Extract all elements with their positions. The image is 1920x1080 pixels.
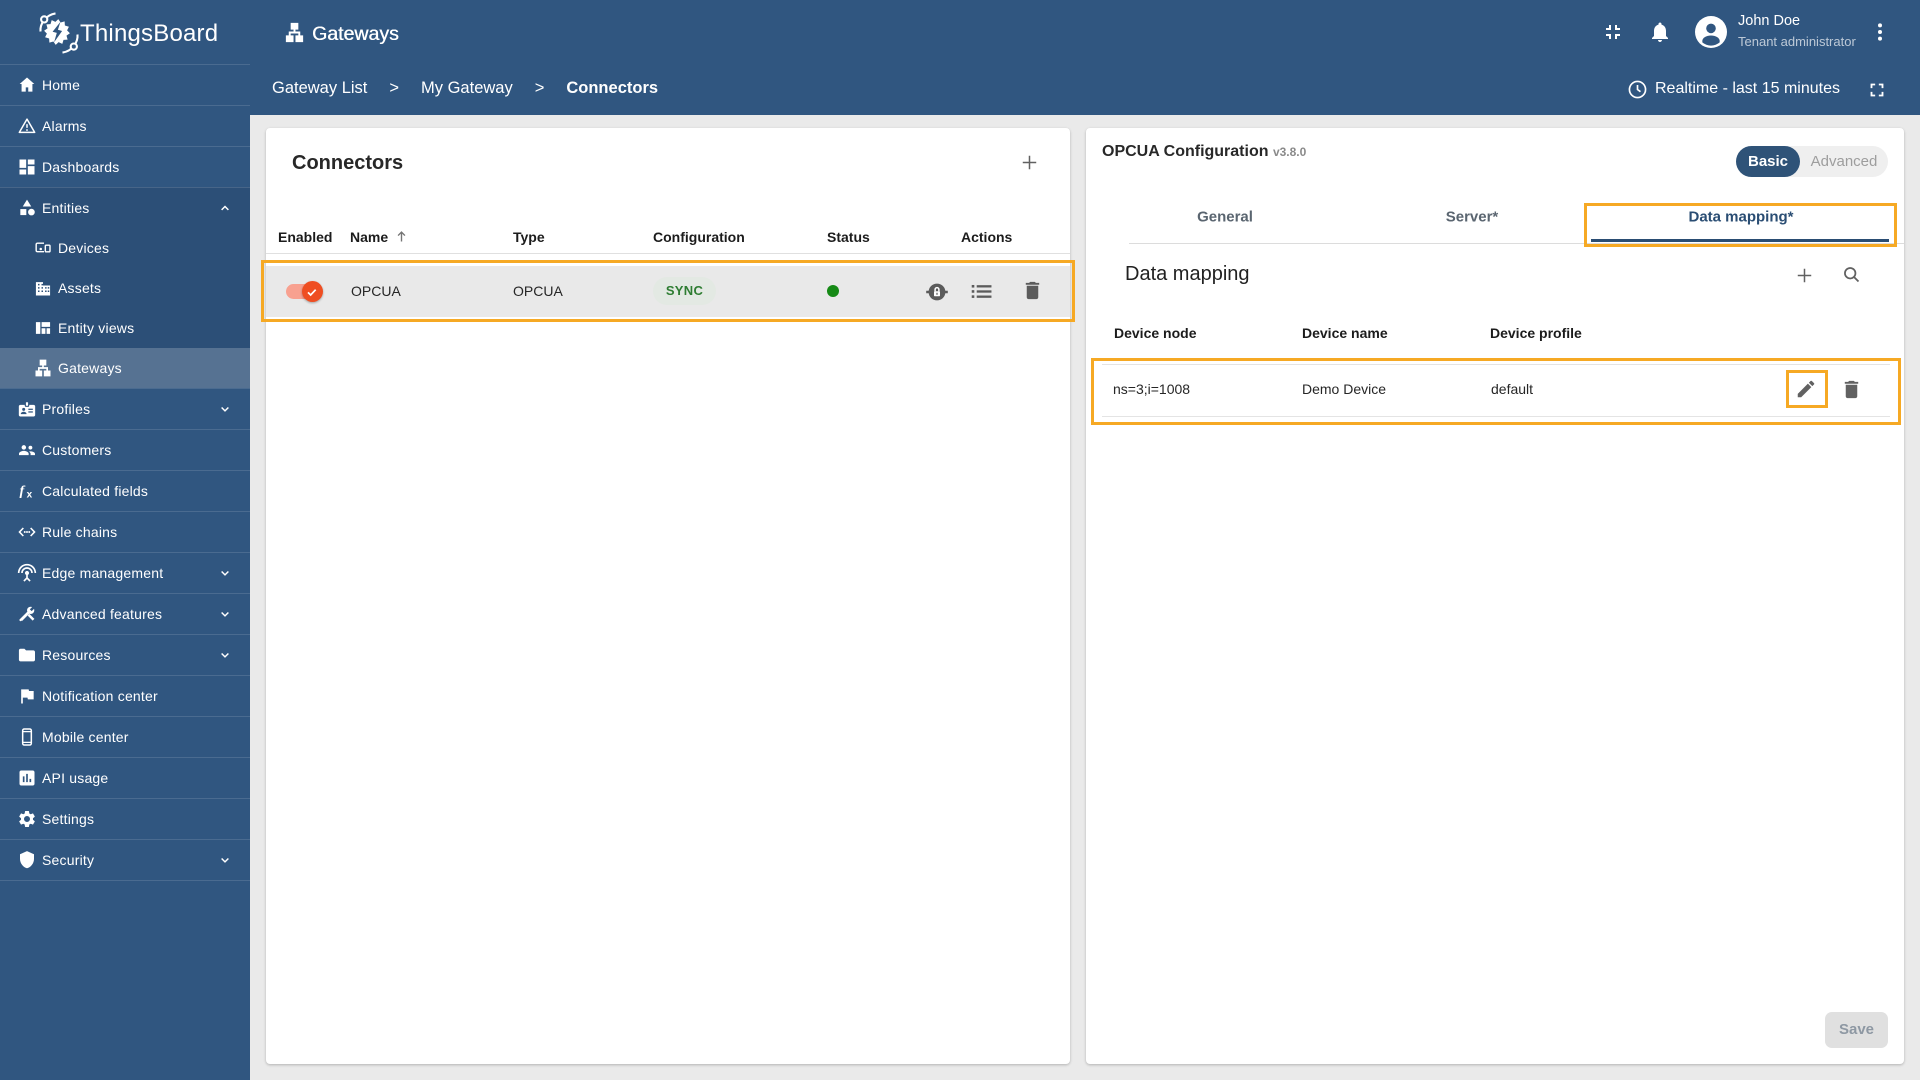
- svg-text:x: x: [27, 489, 33, 500]
- svg-text:f: f: [20, 483, 26, 499]
